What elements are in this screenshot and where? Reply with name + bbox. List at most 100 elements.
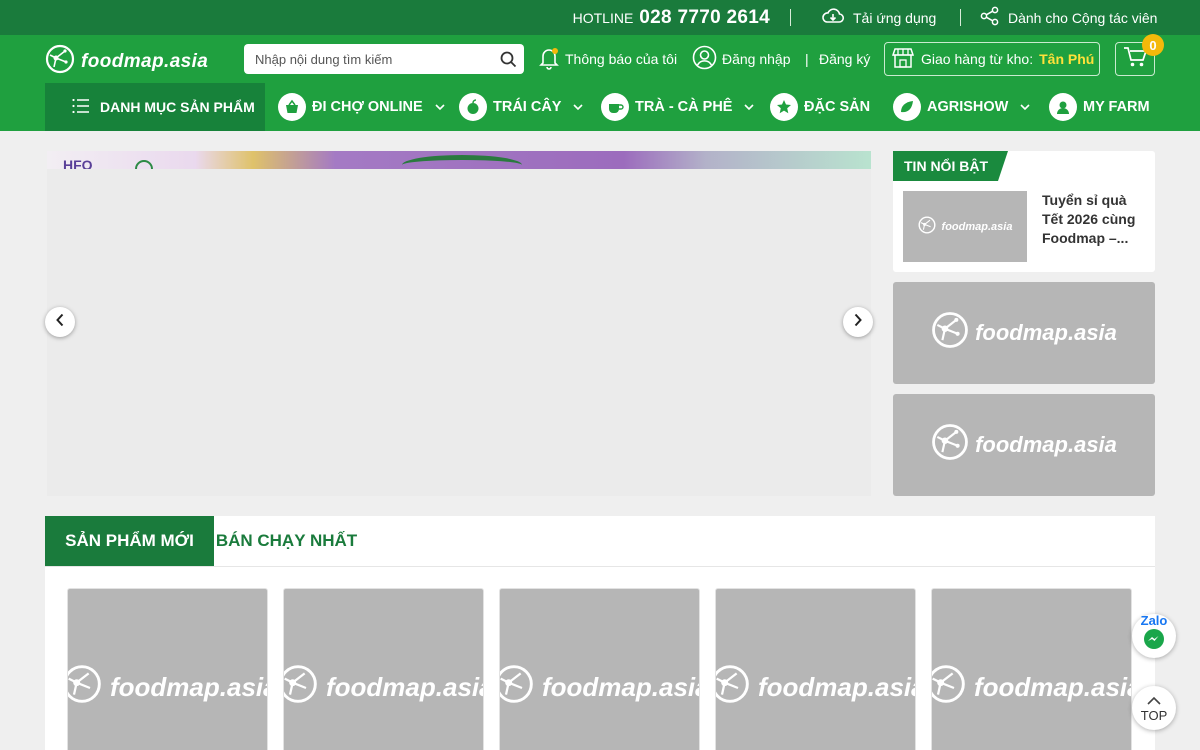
login-register-separator: |: [805, 51, 809, 67]
divider: [960, 9, 961, 26]
nav-item-label: AGRISHOW: [927, 99, 1009, 115]
user-icon: [692, 45, 717, 73]
header: foodmap.asia Thông báo của tôi Đăng nhập…: [0, 34, 1200, 83]
zalo-chat-button[interactable]: Zalo: [1132, 613, 1176, 658]
collaborator-link[interactable]: Dành cho Cộng tác viên: [980, 0, 1157, 35]
product-card[interactable]: foodmap.asia: [499, 588, 700, 750]
search-box: [244, 44, 524, 74]
notifications-label: Thông báo của tôi: [565, 51, 678, 67]
foodmap-logo-icon: [918, 216, 936, 237]
cloud-download-icon: [821, 7, 845, 28]
banner-next-button[interactable]: [843, 307, 873, 337]
cart-button[interactable]: 0: [1115, 34, 1164, 76]
hotline-label: HOTLINE: [572, 9, 634, 26]
hotline-number[interactable]: 028 7770 2614: [639, 7, 770, 29]
banner-image-strip: HFO: [47, 151, 871, 169]
nav-item-label: TRÁI CÂY: [493, 99, 562, 115]
featured-news-tag: TIN NỔI BẬT: [893, 151, 1008, 181]
nav-item-trai-cay[interactable]: TRÁI CÂY: [459, 83, 584, 131]
product-card[interactable]: foodmap.asia: [931, 588, 1132, 750]
warehouse-label: Giao hàng từ kho:: [921, 51, 1034, 67]
main-nav: DANH MỤC SẢN PHẨM ĐI CHỢ ONLINE TRÁI CÂY…: [0, 83, 1200, 131]
foodmap-logo-icon: [45, 44, 75, 79]
hero-banner[interactable]: HFO: [47, 151, 871, 496]
download-app-link[interactable]: Tải ứng dụng: [821, 0, 936, 35]
nav-item-agrishow[interactable]: AGRISHOW: [893, 83, 1030, 131]
banner-decor: [135, 160, 153, 169]
chevron-down-icon: [744, 99, 755, 115]
nav-item-dac-san[interactable]: ĐẶC SẢN: [770, 83, 870, 131]
foodmap-logo-icon: [500, 664, 534, 711]
news-image[interactable]: foodmap.asia: [893, 394, 1155, 496]
basket-icon: [278, 93, 306, 121]
product-category-label: DANH MỤC SẢN PHẨM: [100, 99, 255, 115]
placeholder-logo-text: foodmap.asia: [758, 671, 916, 702]
fruit-icon: [459, 93, 487, 121]
nav-item-tra-ca-phe[interactable]: TRÀ - CÀ PHÊ: [601, 83, 755, 131]
banner-strip-text: HFO: [63, 157, 93, 169]
news-image[interactable]: foodmap.asia: [893, 282, 1155, 384]
top-label: TOP: [1140, 708, 1168, 723]
specialty-icon: [770, 93, 798, 121]
warehouse-store: Tân Phú: [1039, 51, 1095, 67]
placeholder-logo-text: foodmap.asia: [941, 220, 1013, 233]
share-icon: [980, 6, 1000, 29]
placeholder-logo-text: foodmap.asia: [326, 671, 484, 702]
news-thumbnail[interactable]: foodmap.asia: [903, 191, 1027, 262]
featured-news: TIN NỔI BẬT foodmap.asia Tuyển sỉ quà Tế…: [893, 151, 1155, 272]
search-input[interactable]: [244, 44, 492, 74]
chevron-left-icon: [55, 313, 65, 332]
chevron-down-icon: [573, 99, 584, 115]
banner-prev-button[interactable]: [45, 307, 75, 337]
messenger-icon[interactable]: [1143, 628, 1165, 655]
foodmap-logo-icon: [932, 664, 966, 711]
notifications-link[interactable]: Thông báo của tôi: [538, 35, 677, 83]
foodmap-logo-icon: [284, 664, 318, 711]
logo[interactable]: foodmap.asia: [45, 44, 208, 79]
placeholder-logo-text: foodmap.asia: [975, 432, 1117, 457]
nav-item-label: TRÀ - CÀ PHÊ: [635, 99, 733, 115]
placeholder-logo-text: foodmap.asia: [974, 671, 1132, 702]
nav-item-di-cho-online[interactable]: ĐI CHỢ ONLINE: [278, 83, 445, 131]
nav-item-my-farm[interactable]: MY FARM: [1049, 83, 1150, 131]
products-section: SẢN PHẨM MỚI BÁN CHẠY NHẤT foodmap.asia …: [45, 516, 1155, 750]
placeholder-logo-text: foodmap.asia: [542, 671, 700, 702]
news-title[interactable]: Tuyển sỉ quà Tết 2026 cùng Foodmap –...: [1042, 191, 1146, 248]
foodmap-logo-icon: [931, 311, 969, 355]
coffee-icon: [601, 93, 629, 121]
hotline[interactable]: HOTLINE 028 7770 2614: [573, 0, 770, 35]
placeholder-logo-text: foodmap.asia: [975, 320, 1117, 345]
foodmap-logo-icon: [931, 423, 969, 467]
nav-item-label: ĐI CHỢ ONLINE: [312, 99, 423, 115]
cart-count-badge: 0: [1142, 34, 1164, 56]
register-link[interactable]: Đăng ký: [819, 35, 870, 83]
search-icon[interactable]: [492, 44, 524, 74]
zalo-label: Zalo: [1140, 613, 1168, 628]
back-to-top-button[interactable]: TOP: [1132, 686, 1176, 730]
chevron-right-icon: [853, 313, 863, 332]
nav-item-label: MY FARM: [1083, 99, 1150, 115]
warehouse-selector[interactable]: Giao hàng từ kho: Tân Phú: [884, 42, 1100, 76]
tab-new-products[interactable]: SẢN PHẨM MỚI: [45, 516, 214, 566]
top-bar: HOTLINE 028 7770 2614 Tải ứng dụng Dành …: [0, 0, 1200, 35]
product-card[interactable]: foodmap.asia: [67, 588, 268, 750]
divider: [45, 566, 1155, 567]
nav-item-label: ĐẶC SẢN: [804, 99, 871, 115]
product-card[interactable]: foodmap.asia: [715, 588, 916, 750]
login-label: Đăng nhập: [722, 51, 791, 67]
tab-best-sellers[interactable]: BÁN CHẠY NHẤT: [214, 516, 359, 566]
product-category-button[interactable]: DANH MỤC SẢN PHẨM: [45, 83, 265, 131]
menu-icon: [72, 98, 90, 116]
placeholder-logo-text: foodmap.asia: [110, 671, 268, 702]
collaborator-label: Dành cho Cộng tác viên: [1008, 9, 1158, 26]
download-app-label: Tải ứng dụng: [853, 9, 937, 26]
foodmap-logo-icon: [716, 664, 750, 711]
farm-icon: [1049, 93, 1077, 121]
chevron-up-icon: [1147, 693, 1161, 708]
chevron-down-icon: [1020, 99, 1030, 115]
product-card[interactable]: foodmap.asia: [283, 588, 484, 750]
banner-decor: [402, 155, 522, 169]
foodmap-logo-icon: [68, 664, 102, 711]
store-icon: [891, 47, 915, 72]
login-link[interactable]: Đăng nhập: [692, 35, 791, 83]
